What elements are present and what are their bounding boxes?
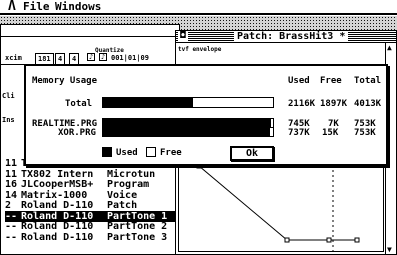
- list-window-titlebar[interactable]: [1, 25, 179, 37]
- menu-windows[interactable]: Windows: [55, 0, 101, 14]
- legend-free-label: Free: [160, 148, 182, 158]
- list-item-type: Program: [107, 179, 150, 190]
- list-item-type: PartTone 3: [107, 231, 168, 243]
- program-2-total: 753K: [354, 128, 376, 138]
- toolbar: xcim Quantize 181 4 4 ♪ ♪ 001|01|09: [1, 47, 179, 65]
- side-label-2: Ins: [2, 116, 15, 124]
- list-item-number: --: [5, 221, 18, 232]
- list-item-type: Patch: [107, 200, 138, 211]
- menu-bar: Λ File Windows: [0, 0, 397, 15]
- memory-usage-dialog: Memory Usage Used Free Total Total 2116K…: [24, 64, 388, 166]
- list-item[interactable]: -- Roland D-110 PartTone 3: [5, 232, 181, 243]
- list-item-type: Voice: [107, 189, 138, 201]
- list-item-number: --: [5, 210, 18, 222]
- list-item-name: Roland D-110: [21, 221, 94, 232]
- left-field[interactable]: xcim: [5, 53, 22, 63]
- total-usage-bar: [102, 97, 274, 108]
- total-label: Total: [65, 99, 93, 109]
- list-item[interactable]: -- Roland D-110 PartTone 1: [5, 210, 181, 222]
- list-item-name: Matrix-1000: [21, 189, 88, 201]
- list-item-number: 14: [5, 189, 18, 201]
- program-usage-fill-1: [103, 119, 272, 127]
- list-item[interactable]: 14 Matrix-1000 Voice: [5, 190, 181, 201]
- dialog-title: Memory Usage: [32, 76, 98, 86]
- atari-logo-icon[interactable]: Λ: [8, 0, 16, 14]
- total-usage-fill: [103, 98, 194, 107]
- list-item-number: --: [5, 231, 18, 243]
- column-used-header: Used: [288, 76, 310, 86]
- position-counter: 001|01|09: [111, 54, 149, 62]
- list-item-name: Roland D-110: [21, 200, 94, 211]
- note-icon-2[interactable]: ♪: [99, 53, 107, 61]
- list-item[interactable]: 11 TX802 Intern Microtun: [5, 169, 181, 180]
- envelope-editor[interactable]: [178, 159, 384, 252]
- program-usage-fill-2: [103, 128, 270, 136]
- total-total-value: 4013K: [354, 99, 382, 109]
- side-label-1: Cli: [2, 92, 15, 100]
- list-item-number: 16: [5, 179, 18, 190]
- legend-used-swatch: [102, 147, 112, 157]
- scroll-down-arrow-icon[interactable]: ▼: [387, 245, 392, 254]
- list-item-number: 2: [5, 200, 12, 211]
- program-usage-bar-2: [102, 127, 274, 137]
- list-item-name: JLCooperMSB+: [21, 179, 94, 190]
- list-item-type: Microtun: [107, 168, 156, 180]
- list-item-name: Roland D-110: [21, 231, 94, 243]
- close-box-icon[interactable]: ◘: [178, 31, 188, 42]
- program-label-2: XOR.PRG: [58, 128, 96, 138]
- menu-file[interactable]: File: [23, 0, 50, 14]
- list-item-type: PartTone 1: [107, 210, 168, 222]
- list-item[interactable]: -- Roland D-110 PartTone 2: [5, 221, 181, 232]
- patch-window-titlebar[interactable]: ◘ Patch: BrassHit3 *: [176, 31, 396, 43]
- list-item[interactable]: 2 Roland D-110 Patch: [5, 200, 181, 211]
- legend-used-label: Used: [116, 148, 138, 158]
- program-2-used: 737K: [288, 128, 310, 138]
- envelope-label: tvf envelope: [178, 46, 222, 53]
- note-icon-1[interactable]: ♪: [87, 53, 95, 61]
- column-free-header: Free: [320, 76, 342, 86]
- list-item-name: Roland D-110: [21, 210, 94, 222]
- scroll-up-arrow-icon[interactable]: ▲: [387, 43, 392, 52]
- envelope-graph: [179, 160, 360, 251]
- column-total-header: Total: [354, 76, 382, 86]
- ok-button[interactable]: Ok: [230, 146, 274, 161]
- list-item-number: 11: [5, 158, 18, 169]
- list-item[interactable]: 16 JLCooperMSB+ Program: [5, 179, 181, 190]
- list-item-type: PartTone 2: [107, 221, 168, 232]
- total-used-value: 2116K: [288, 99, 316, 109]
- patch-window-title: Patch: BrassHit3 *: [234, 31, 349, 42]
- total-free-value: 1897K: [320, 99, 348, 109]
- legend-free-swatch: [146, 147, 156, 157]
- list-item-number: 11: [5, 168, 18, 180]
- program-2-free: 15K: [322, 128, 339, 138]
- list-item-name: TX802 Intern: [21, 168, 94, 180]
